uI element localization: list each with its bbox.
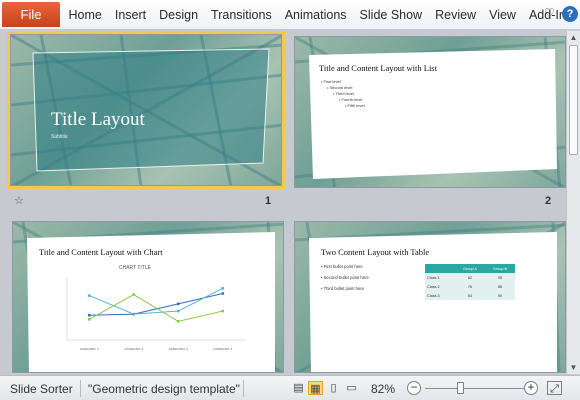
series-2-point: [132, 312, 136, 316]
slide-thumbnail-2[interactable]: Title and Content Layout with List • Fir…: [294, 36, 566, 188]
slide-4-bullet-2: • Second bullet point here: [321, 275, 369, 280]
table-row: Class 3 84 90: [425, 291, 515, 300]
series-2-point: [221, 286, 225, 290]
tab-transitions[interactable]: Transitions: [205, 8, 279, 22]
ribbon-tab-bar: File Home Insert Design Transitions Anim…: [0, 0, 580, 30]
slide-4-bullet-3: • Third bullet point here: [321, 286, 365, 291]
table-row: Class 2 76 88: [425, 282, 515, 291]
series-1-point: [221, 292, 225, 295]
tab-review[interactable]: Review: [429, 8, 483, 22]
zoom-in-button[interactable]: +: [524, 381, 538, 395]
table-header-cell: [425, 264, 455, 273]
ribbon-tabs: Home Insert Design Transitions Animation…: [62, 0, 579, 30]
series-2-point: [176, 309, 180, 313]
slide-thumbnail-3[interactable]: Title and Content Layout with Chart CHAR…: [12, 221, 284, 373]
tab-home[interactable]: Home: [62, 8, 108, 22]
table-cell: Class 2: [425, 282, 455, 291]
tab-design[interactable]: Design: [153, 8, 205, 22]
table-cell: Class 1: [425, 273, 455, 282]
slide-2-bullet-4: • Fourth level: [339, 97, 363, 102]
slide-thumbnail-4[interactable]: Two Content Layout with Table • First bu…: [294, 221, 566, 373]
series-3-point: [176, 320, 180, 323]
slide-4-title: Two Content Layout with Table: [321, 247, 430, 257]
status-bar: Slide Sorter "Geometric design template"…: [0, 375, 580, 400]
scroll-up-icon[interactable]: ▲: [567, 31, 580, 44]
series-3-point: [221, 309, 225, 313]
slide-1-subtitle: Subtitle: [51, 134, 68, 140]
tab-insert[interactable]: Insert: [108, 8, 152, 22]
geometric-background: [295, 37, 565, 187]
data-table: Group A Group B Class 1 82 95 Class 2 76…: [425, 264, 515, 300]
tab-view[interactable]: View: [483, 8, 523, 22]
table-header-cell: Group B: [485, 264, 515, 273]
view-name: Slide Sorter: [10, 382, 73, 396]
normal-view-icon[interactable]: ▤: [291, 381, 306, 395]
theme-name[interactable]: "Geometric design template": [88, 382, 240, 396]
file-tab[interactable]: File: [2, 2, 60, 27]
zoom-slider-thumb[interactable]: [457, 382, 464, 394]
slide-2-title: Title and Content Layout with List: [319, 63, 437, 73]
series-1-point: [87, 313, 91, 317]
table-cell: 84: [455, 291, 485, 300]
series-3-point: [87, 317, 91, 321]
zoom-slider-track[interactable]: [425, 388, 525, 389]
minimize-ribbon-icon[interactable]: ♡: [544, 6, 555, 20]
chart-title: CHART TITLE: [119, 265, 151, 271]
slide-2-bullet-2: • Second level: [327, 85, 353, 90]
slide-sorter-view-icon[interactable]: ▦: [308, 381, 323, 395]
slide-show-icon[interactable]: ▭: [344, 381, 359, 395]
series-2-point: [87, 294, 91, 297]
scroll-thumb[interactable]: [569, 45, 578, 155]
table-cell: 95: [485, 273, 515, 282]
table-header-row: Group A Group B: [425, 264, 515, 273]
x-tick-label: CATEGORY 2: [124, 347, 143, 351]
slide-thumbnail-1[interactable]: Title Layout Subtitle: [7, 31, 285, 189]
zoom-level[interactable]: 82%: [371, 382, 395, 396]
tab-animations[interactable]: Animations: [278, 8, 353, 22]
x-tick-label: CATEGORY 1: [80, 347, 99, 351]
x-tick-label: CATEGORY 3: [169, 347, 188, 351]
table-cell: 82: [455, 273, 485, 282]
series-3-point: [132, 293, 136, 296]
help-icon[interactable]: ?: [562, 6, 578, 22]
slide-number-2: 2: [545, 195, 552, 207]
series-1-point: [176, 302, 180, 306]
table-header-cell: Group A: [455, 264, 485, 273]
table-cell: Class 3: [425, 291, 455, 300]
line-chart: CATEGORY 1 CATEGORY 2 CATEGORY 3 CATEGORY 4: [66, 278, 245, 351]
slide-1-title: Title Layout: [51, 109, 145, 130]
slide-number-1: 1: [265, 195, 272, 207]
table-cell: 76: [455, 282, 485, 291]
slide-3-title: Title and Content Layout with Chart: [39, 247, 163, 257]
slide-4-bullet-1: • First bullet point here: [321, 264, 363, 269]
zoom-out-button[interactable]: −: [407, 381, 421, 395]
table-cell: 90: [485, 291, 515, 300]
slide-2-bullet-1: • First level: [321, 79, 341, 84]
table-row: Class 1 82 95: [425, 273, 515, 282]
fit-to-window-icon[interactable]: ⤢: [547, 381, 562, 395]
table-cell: 88: [485, 282, 515, 291]
tab-slide-show[interactable]: Slide Show: [353, 8, 429, 22]
vertical-scrollbar[interactable]: ▲ ▼: [566, 31, 580, 374]
slide-2-bullet-3: • Third level: [333, 91, 354, 96]
divider: [80, 380, 81, 397]
reading-view-icon[interactable]: ▯: [326, 381, 341, 395]
x-tick-label: CATEGORY 4: [213, 347, 232, 351]
transition-star-icon[interactable]: ☆: [14, 194, 24, 207]
divider: [243, 380, 244, 397]
scroll-down-icon[interactable]: ▼: [567, 361, 580, 374]
slide-2-bullet-5: • Fifth level: [345, 103, 365, 108]
series-line-2: [89, 287, 223, 315]
